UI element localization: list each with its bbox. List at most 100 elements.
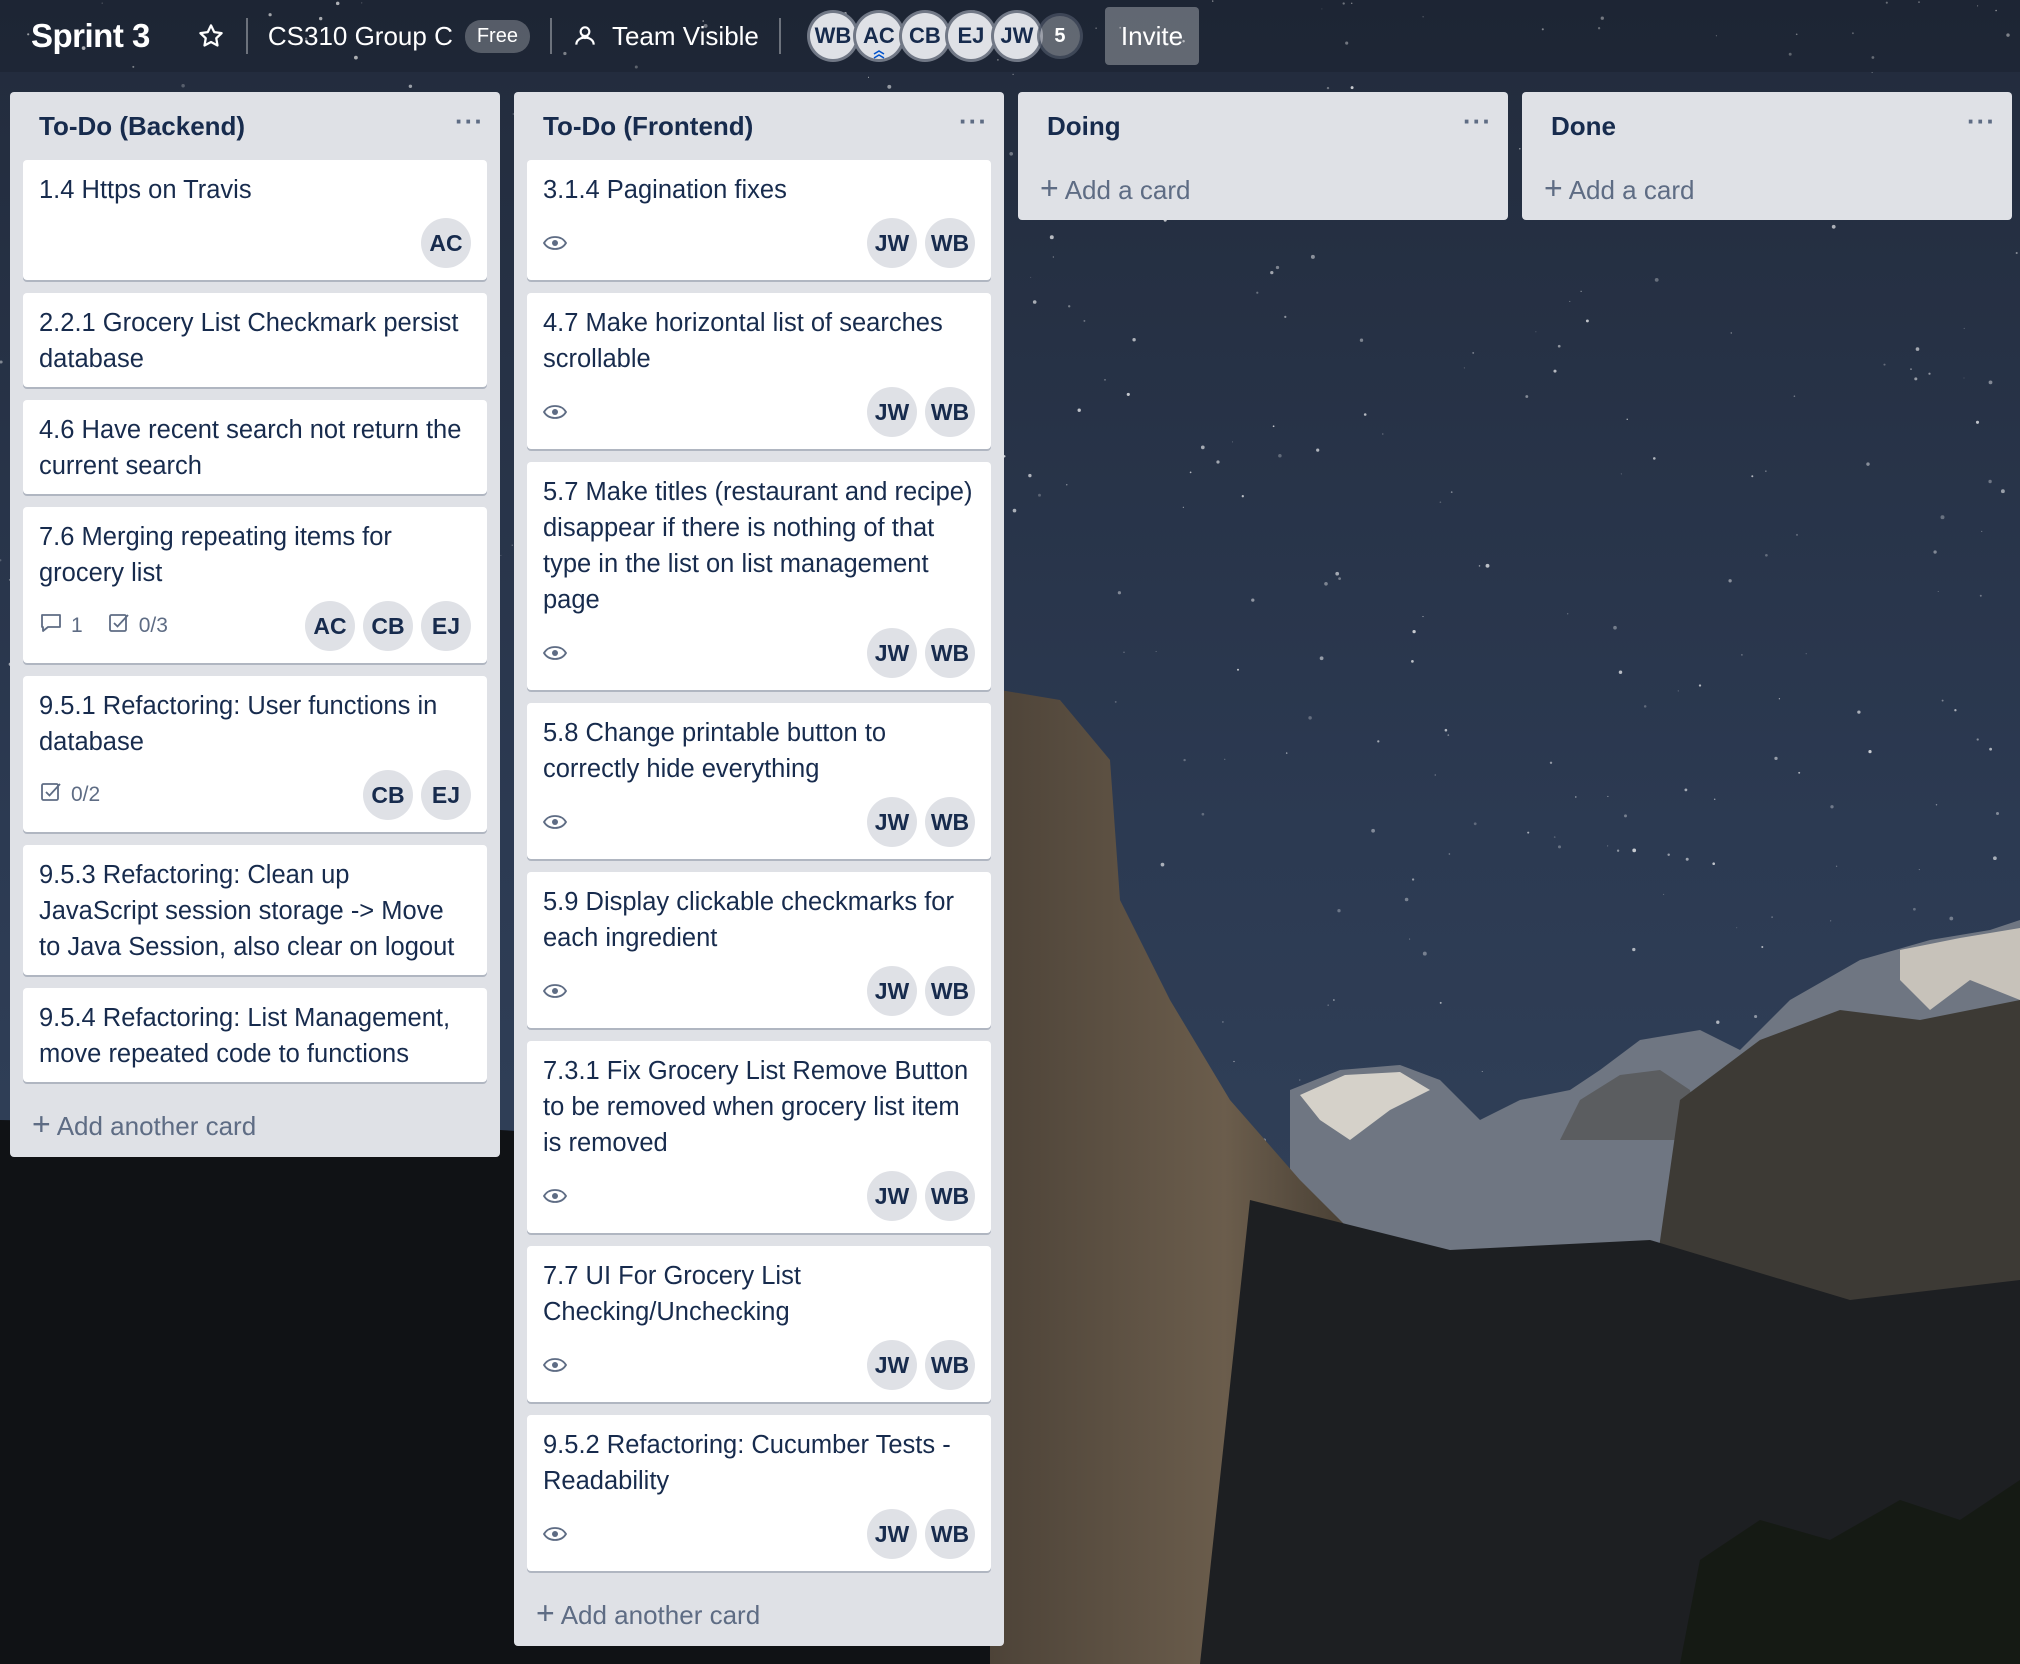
card[interactable]: 5.8 Change printable button to correctly… [527, 703, 991, 859]
star [1988, 479, 1992, 484]
star [1066, 484, 1068, 486]
card-member-avatar[interactable]: EJ [421, 770, 471, 820]
card-title: 5.8 Change printable button to correctly… [543, 719, 887, 783]
member-avatar[interactable]: EJ [944, 10, 997, 62]
card[interactable]: 3.1.4 Pagination fixes JW WB [527, 160, 991, 280]
card-badges: 0/2 [39, 780, 124, 810]
card-member-avatar[interactable]: AC [421, 218, 471, 268]
star [1914, 377, 1918, 381]
star [1183, 758, 1186, 762]
card-member-avatar[interactable]: JW [867, 628, 917, 678]
add-card-button[interactable]: + Add another card [10, 1095, 500, 1157]
list-title[interactable]: To-Do (Backend) [39, 111, 245, 142]
card-member-avatar[interactable]: JW [867, 218, 917, 268]
card-member-avatar[interactable]: WB [925, 1171, 975, 1221]
card-member-avatar[interactable]: JW [867, 966, 917, 1016]
board-title[interactable]: Sprint 3 [31, 17, 150, 55]
card[interactable]: 4.7 Make horizontal list of searches scr… [527, 293, 991, 449]
card-footer: JW WB [543, 385, 975, 439]
card[interactable]: 7.7 UI For Grocery List Checking/Uncheck… [527, 1246, 991, 1402]
star [1256, 291, 1259, 294]
add-card-button[interactable]: + Add another card [514, 1584, 1004, 1646]
card-member-avatar[interactable]: JW [867, 1509, 917, 1559]
star [1535, 331, 1537, 333]
card-members: AC [413, 218, 471, 268]
star [500, 554, 502, 556]
star [1525, 395, 1529, 398]
card[interactable]: 2.2.1 Grocery List Checkmark persist dat… [23, 293, 487, 387]
star [2000, 489, 2005, 494]
card-members: CB EJ [355, 770, 471, 820]
star [1963, 377, 1965, 379]
star [1285, 752, 1288, 754]
watch-icon [543, 235, 575, 251]
invite-button[interactable]: Invite [1104, 7, 1200, 65]
star [1327, 1004, 1329, 1006]
card[interactable]: 5.7 Make titles (restaurant and recipe) … [527, 462, 991, 690]
watch-icon [543, 814, 575, 830]
star [1774, 756, 1778, 761]
card[interactable]: 9.5.2 Refactoring: Cucumber Tests - Read… [527, 1415, 991, 1571]
card[interactable]: 4.6 Have recent search not return the cu… [23, 400, 487, 494]
list-menu-icon[interactable]: ··· [1967, 108, 1996, 134]
card-member-avatar[interactable]: WB [925, 218, 975, 268]
star [1805, 653, 1807, 655]
list-title[interactable]: Doing [1047, 111, 1121, 142]
star [1104, 379, 1106, 381]
visibility-button[interactable]: Team Visible [572, 21, 759, 52]
card-member-avatar[interactable]: WB [925, 1340, 975, 1390]
card-member-avatar[interactable]: WB [925, 628, 975, 678]
card[interactable]: 7.3.1 Fix Grocery List Remove Button to … [527, 1041, 991, 1233]
card-member-avatar[interactable]: JW [867, 797, 917, 847]
list-title[interactable]: To-Do (Frontend) [543, 111, 753, 142]
card-member-avatar[interactable]: WB [925, 966, 975, 1016]
star [1796, 533, 1798, 536]
add-card-button[interactable]: + Add a card [1522, 160, 2012, 220]
card-member-avatar[interactable]: EJ [421, 601, 471, 651]
watch-icon [543, 404, 575, 420]
member-avatar[interactable]: JW [990, 10, 1043, 62]
star [1754, 1014, 1758, 1019]
star [1012, 508, 1017, 513]
card[interactable]: 9.5.1 Refactoring: User functions in dat… [23, 676, 487, 832]
list-menu-icon[interactable]: ··· [455, 108, 484, 134]
more-members-button[interactable]: 5 [1036, 13, 1083, 59]
star [1553, 369, 1557, 373]
star [1028, 473, 1032, 478]
star [1123, 651, 1125, 653]
card[interactable]: 1.4 Https on Travis AC [23, 160, 487, 280]
star [1830, 805, 1834, 809]
member-avatar[interactable]: AC [852, 10, 905, 62]
card-member-avatar[interactable]: JW [867, 1340, 917, 1390]
member-avatar[interactable]: WB [806, 10, 859, 62]
star [1278, 454, 1282, 458]
card[interactable]: 9.5.4 Refactoring: List Management, move… [23, 988, 487, 1082]
add-card-label: Add another card [560, 1599, 761, 1630]
star [181, 84, 185, 88]
watch-icon [543, 1357, 575, 1373]
list-menu-icon[interactable]: ··· [1463, 108, 1492, 134]
star-icon[interactable] [196, 21, 226, 51]
card-member-avatar[interactable]: WB [925, 387, 975, 437]
card-member-avatar[interactable]: WB [925, 1509, 975, 1559]
card-member-avatar[interactable]: AC [305, 601, 355, 651]
team-name[interactable]: CS310 Group C [268, 21, 453, 52]
card[interactable]: 9.5.3 Refactoring: Clean up JavaScript s… [23, 845, 487, 975]
card[interactable]: 7.6 Merging repeating items for grocery … [23, 507, 487, 663]
member-avatar[interactable]: CB [898, 10, 951, 62]
star [1126, 392, 1130, 396]
star [1975, 420, 1980, 424]
list-title[interactable]: Done [1551, 111, 1616, 142]
card-member-avatar[interactable]: CB [363, 770, 413, 820]
star [1979, 594, 1982, 597]
card-member-avatar[interactable]: JW [867, 387, 917, 437]
card-member-avatar[interactable]: CB [363, 601, 413, 651]
list-menu-icon[interactable]: ··· [959, 108, 988, 134]
add-card-button[interactable]: + Add a card [1018, 160, 1508, 220]
card-title: 3.1.4 Pagination fixes [543, 176, 787, 204]
card-members: JW WB [859, 1171, 975, 1221]
watch-icon [543, 645, 575, 661]
card[interactable]: 5.9 Display clickable checkmarks for eac… [527, 872, 991, 1028]
card-member-avatar[interactable]: JW [867, 1171, 917, 1221]
card-member-avatar[interactable]: WB [925, 797, 975, 847]
